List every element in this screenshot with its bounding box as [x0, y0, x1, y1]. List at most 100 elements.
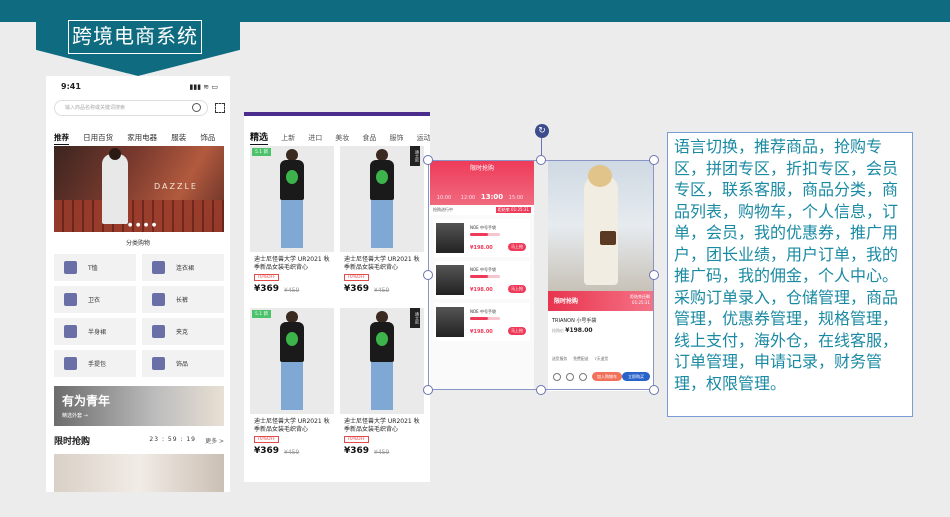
original-price: ¥459: [284, 449, 300, 456]
hero-model-image: [102, 148, 128, 224]
hero-banner[interactable]: DAZZLE ● ● ● ●: [54, 146, 224, 232]
product-image: [250, 308, 334, 414]
status-time: 9:41: [61, 82, 81, 91]
product-name: 迪士尼怪兽大学 UR2021 秋季新品女装毛织背心: [254, 256, 330, 271]
tab-daily-goods[interactable]: 日用百货: [83, 132, 113, 143]
resize-handle[interactable]: [536, 385, 546, 395]
grid-item-jacket[interactable]: 夹克: [142, 318, 224, 345]
model-vest: [280, 322, 304, 362]
tab-sports[interactable]: 运动: [417, 133, 430, 143]
skirt-icon: [64, 325, 77, 338]
selection-frame[interactable]: [428, 160, 654, 390]
product-price: ¥369: [344, 446, 370, 456]
brand-tag: 迪士尼: [410, 308, 420, 328]
product-image: [250, 146, 334, 252]
tab-recommended[interactable]: 推荐: [54, 132, 69, 145]
model-jeans: [281, 200, 303, 248]
product-name: 迪士尼怪兽大学 UR2021 秋季新品女装毛织背心: [254, 418, 330, 433]
original-price: ¥459: [284, 287, 300, 294]
product-tabs: 精选 上新 进口 美妆 食品 服饰 运动: [250, 125, 430, 145]
rotate-icon[interactable]: ↻: [535, 124, 549, 138]
discount-tag: 70%OFF: [344, 436, 369, 443]
grid-item-pants[interactable]: 长裤: [142, 286, 224, 313]
new-badge: 5.1 新: [252, 310, 272, 318]
flash-sale-title: 限时抢购: [54, 437, 91, 447]
grid-label: 卫衣: [88, 297, 101, 304]
tab-new[interactable]: 上新: [281, 133, 295, 143]
resize-handle[interactable]: [649, 385, 659, 395]
product-card[interactable]: 5.1 新 迪士尼怪兽大学 UR2021 秋季新品女装毛织背心 70%OFF ¥…: [250, 308, 334, 464]
discount-tag: 70%OFF: [344, 274, 369, 281]
grid-item-hoodie[interactable]: 卫衣: [54, 286, 136, 313]
grid-label: 半身裙: [88, 329, 107, 336]
grid-label: 手提包: [88, 361, 107, 368]
flash-countdown: 23 : 59 : 19: [149, 436, 196, 443]
product-name: 迪士尼怪兽大学 UR2021 秋季新品女装毛织背心: [344, 256, 420, 271]
resize-handle[interactable]: [423, 385, 433, 395]
carousel-dots[interactable]: ● ● ● ●: [128, 222, 157, 228]
flash-sale-header: 限时抢购 23 : 59 : 19 更多 >: [54, 434, 224, 448]
phone-home-screen: 9:41 ▮▮▮ ≋ ▭ 输入商品名称或关键词搜索 推荐 日用百货 家用电器 服…: [46, 76, 230, 492]
section-title: 分类购物: [125, 240, 150, 247]
grid-item-handbag[interactable]: 手提包: [54, 350, 136, 377]
search-placeholder: 输入商品名称或关键词搜索: [65, 105, 126, 111]
promo-title: 有为青年: [62, 394, 111, 408]
new-badge: 5.1 新: [252, 148, 272, 156]
product-card[interactable]: 5.1 新 迪士尼怪兽大学 UR2021 秋季新品女装毛织背心 70%OFF ¥…: [250, 146, 334, 302]
signal-icon: ▮▮▮ ≋ ▭: [189, 83, 219, 91]
grid-label: T恤: [88, 265, 98, 272]
search-icon[interactable]: [192, 103, 201, 112]
tab-food[interactable]: 食品: [362, 133, 376, 143]
grid-label: 长裤: [176, 297, 189, 304]
flash-sale-image[interactable]: [54, 454, 224, 492]
product-card[interactable]: 迪士尼 迪士尼怪兽大学 UR2021 秋季新品女装毛织背心 70%OFF ¥36…: [340, 146, 424, 302]
model-jeans: [281, 362, 303, 410]
tab-beauty[interactable]: 美妆: [335, 133, 349, 143]
feature-text-box[interactable]: 语言切换，推荐商品，抢购专区，拼团专区，折扣专区，会员专区，联系客服，商品分类，…: [667, 132, 913, 417]
grid-item-skirt[interactable]: 半身裙: [54, 318, 136, 345]
model-jeans: [371, 200, 393, 248]
grid-label: 夹克: [176, 329, 189, 336]
jewelry-icon: [152, 357, 165, 370]
resize-handle[interactable]: [649, 270, 659, 280]
hoodie-icon: [64, 293, 77, 306]
phone-product-list: 精选 上新 进口 美妆 食品 服饰 运动 5.1 新 迪士尼怪兽大学 UR202…: [244, 112, 430, 482]
search-input[interactable]: 输入商品名称或关键词搜索: [54, 100, 208, 116]
grid-label: 连衣裙: [176, 265, 195, 272]
product-name: 迪士尼怪兽大学 UR2021 秋季新品女装毛织背心: [344, 418, 420, 433]
tab-accessories[interactable]: 饰品: [200, 132, 215, 143]
page-title: 跨境电商系统: [68, 20, 202, 54]
discount-tag: 70%OFF: [254, 436, 279, 443]
grid-item-jewelry[interactable]: 饰品: [142, 350, 224, 377]
status-bar: 9:41 ▮▮▮ ≋ ▭: [46, 76, 230, 98]
product-price: ¥369: [254, 446, 280, 456]
feature-list-text: 语言切换，推荐商品，抢购专区，拼团专区，折扣专区，会员专区，联系客服，商品分类，…: [674, 137, 899, 393]
resize-handle[interactable]: [423, 270, 433, 280]
tab-clothing[interactable]: 服装: [171, 132, 186, 143]
tab-imported[interactable]: 进口: [308, 133, 322, 143]
tab-featured[interactable]: 精选: [250, 130, 269, 145]
model-vest: [280, 160, 304, 200]
grid-item-tshirt[interactable]: T恤: [54, 254, 136, 281]
pants-icon: [152, 293, 165, 306]
tab-appliances[interactable]: 家用电器: [127, 132, 157, 143]
discount-tag: 70%OFF: [254, 274, 279, 281]
resize-handle[interactable]: [423, 155, 433, 165]
brand-tag: 迪士尼: [410, 146, 420, 166]
product-price: ¥369: [254, 284, 280, 294]
dress-icon: [152, 261, 165, 274]
tab-apparel[interactable]: 服饰: [389, 133, 403, 143]
original-price: ¥459: [374, 449, 390, 456]
flash-more-link[interactable]: 更多 >: [205, 436, 224, 445]
hero-brand: DAZZLE: [154, 182, 198, 191]
model-jeans: [371, 362, 393, 410]
promo-banner[interactable]: 有为青年 精选外套 →: [54, 386, 224, 426]
product-card[interactable]: 迪士尼 迪士尼怪兽大学 UR2021 秋季新品女装毛织背心 70%OFF ¥36…: [340, 308, 424, 464]
resize-handle[interactable]: [649, 155, 659, 165]
grid-item-dress[interactable]: 连衣裙: [142, 254, 224, 281]
resize-handle[interactable]: [536, 155, 546, 165]
tshirt-icon: [64, 261, 77, 274]
category-tabs: 推荐 日用百货 家用电器 服装 饰品: [54, 125, 230, 145]
scan-icon[interactable]: [215, 103, 225, 113]
accent-line: [244, 112, 430, 116]
